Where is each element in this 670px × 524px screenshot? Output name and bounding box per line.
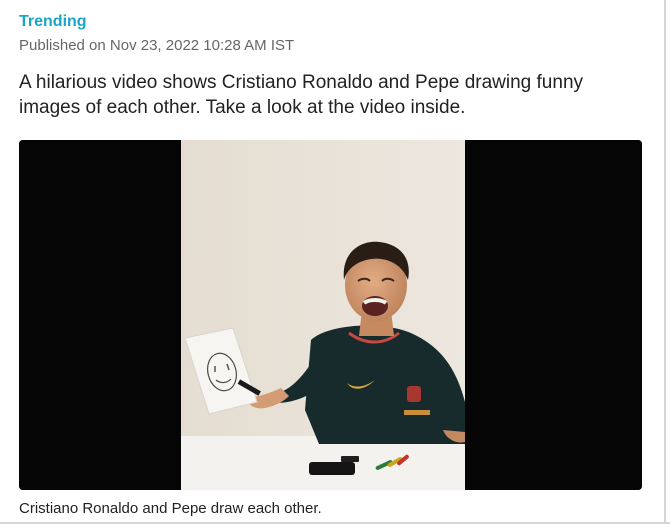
shirt-crest-icon [407, 386, 421, 402]
phone-on-table [309, 462, 355, 475]
category-label[interactable]: Trending [19, 12, 644, 32]
article: Trending Published on Nov 23, 2022 10:28… [19, 12, 644, 120]
page-frame-edge [664, 0, 666, 524]
published-timestamp: Published on Nov 23, 2022 10:28 AM IST [19, 37, 295, 54]
article-summary: A hilarious video shows Cristiano Ronald… [19, 72, 584, 118]
video-player[interactable] [19, 140, 642, 490]
video-caption: Cristiano Ronaldo and Pepe draw each oth… [19, 500, 322, 517]
video-frame [19, 140, 642, 490]
